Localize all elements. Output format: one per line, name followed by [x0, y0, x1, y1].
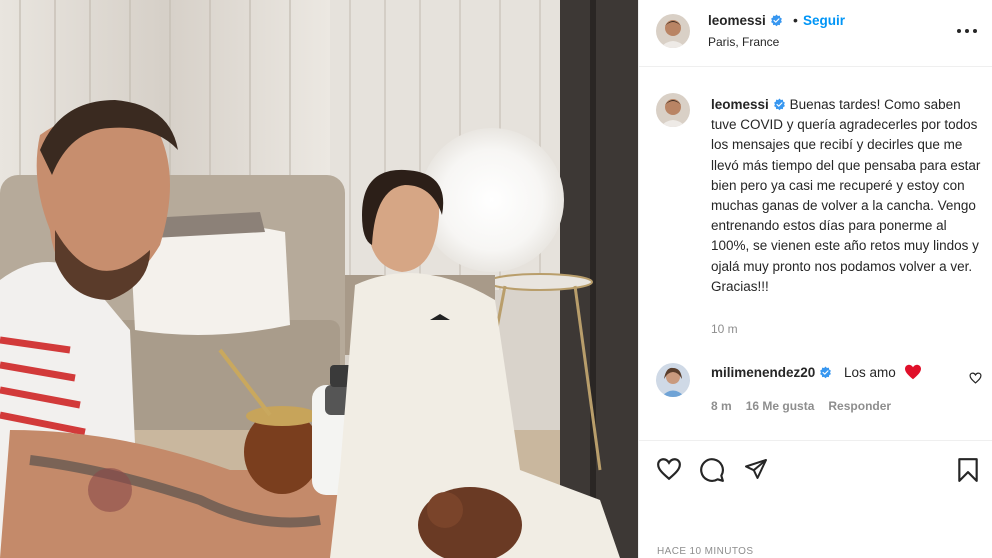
comment-icon[interactable] [699, 457, 725, 483]
comment-meta: 8 m 16 Me gusta Responder [711, 399, 905, 413]
caption-text: Buenas tardes! Como saben tuve COVID y q… [711, 97, 981, 294]
post-caption: leomessi Buenas tardes! Como saben tuve … [711, 95, 983, 297]
caption-avatar[interactable] [656, 93, 690, 127]
follow-button[interactable]: Seguir [803, 13, 845, 28]
comment-username-row[interactable]: milimenendez20 [711, 365, 832, 380]
verified-badge-icon [820, 366, 832, 379]
post-sidebar: leomessi • Seguir Paris, France leomessi… [638, 0, 992, 558]
verified-badge-icon [773, 98, 785, 111]
comment-likes[interactable]: 16 Me gusta [746, 399, 815, 413]
post-photo[interactable] [0, 0, 638, 558]
heart-icon[interactable] [656, 457, 682, 481]
comment-text: Los amo [844, 365, 896, 380]
caption-username[interactable]: leomessi [711, 97, 769, 112]
verified-badge-icon [770, 14, 782, 27]
action-bar [639, 440, 992, 500]
author-avatar[interactable] [656, 14, 690, 48]
save-icon[interactable] [957, 457, 979, 483]
post-image [0, 0, 638, 558]
post-location[interactable]: Paris, France [708, 35, 779, 49]
red-heart-emoji [905, 364, 921, 380]
comment-username[interactable]: milimenendez20 [711, 365, 815, 380]
share-icon[interactable] [743, 457, 769, 481]
author-username[interactable]: leomessi [708, 13, 766, 28]
header-separator: • [793, 12, 798, 28]
comment-like-heart-icon[interactable] [969, 372, 982, 384]
caption-timestamp[interactable]: 10 m [711, 322, 738, 336]
post-time-ago[interactable]: HACE 10 MINUTOS [657, 546, 753, 557]
comment-time[interactable]: 8 m [711, 399, 732, 413]
commenter-avatar[interactable] [656, 363, 690, 397]
author-username-row[interactable]: leomessi [708, 13, 783, 28]
more-options-icon[interactable] [957, 29, 977, 35]
post-header: leomessi • Seguir Paris, France [639, 0, 992, 67]
reply-button[interactable]: Responder [828, 399, 891, 413]
